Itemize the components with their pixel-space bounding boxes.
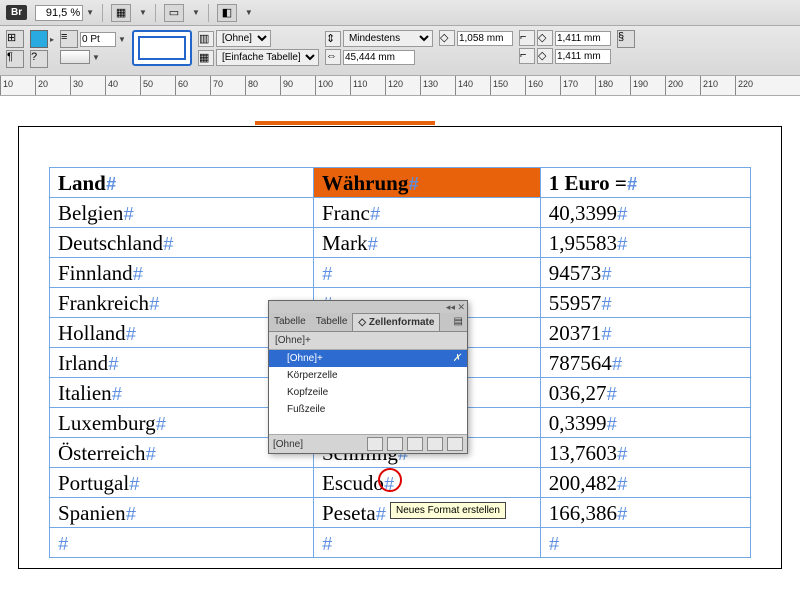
folder-button[interactable]: [407, 437, 423, 451]
table-cell[interactable]: 1,95583#: [540, 228, 750, 258]
control-panel: ⊞ ¶ ▸ ? ≡▼ ▼ ▥ [Ohne] ▦ [Einfache Tabell…: [0, 26, 800, 76]
link-icon[interactable]: §: [617, 30, 635, 48]
num-input-3[interactable]: [555, 49, 611, 64]
stroke-weight-input[interactable]: [80, 32, 116, 47]
table-cell[interactable]: 13,7603#: [540, 438, 750, 468]
panel-titlebar[interactable]: ◂◂ ✕: [269, 301, 467, 313]
header-cell[interactable]: 1 Euro =#: [540, 168, 750, 198]
arrange-icon[interactable]: ◧: [217, 4, 237, 22]
list-item[interactable]: Körperzelle: [269, 367, 467, 384]
header-cell[interactable]: Land#: [50, 168, 314, 198]
table-cell[interactable]: Portugal#: [50, 468, 314, 498]
tooltip: Neues Format erstellen: [390, 502, 506, 519]
cell-stroke-preview[interactable]: [132, 30, 192, 66]
table-cell[interactable]: #: [540, 528, 750, 558]
view-mode-icon[interactable]: ▦: [111, 4, 131, 22]
dropdown-icon[interactable]: ▼: [86, 8, 94, 17]
format-list[interactable]: [Ohne]+✗ Körperzelle Kopfzeile Fußzeile: [269, 350, 467, 434]
spinner-icon[interactable]: ◇: [439, 30, 455, 46]
app-toolbar: Br ▼ ▦▼ ▭▼ ◧▼: [0, 0, 800, 26]
list-item[interactable]: Kopfzeile: [269, 384, 467, 401]
tab-zellenformate[interactable]: ◇ Zellenformate: [352, 313, 440, 331]
trash-button[interactable]: [447, 437, 463, 451]
cell-style-combo[interactable]: ▥ [Ohne]: [198, 30, 319, 47]
table-cell[interactable]: Deutschland#: [50, 228, 314, 258]
panel-footer: [Ohne]: [269, 434, 467, 453]
inset-bottom-icon: ⌐: [519, 48, 535, 64]
screen-mode-icon[interactable]: ▭: [164, 4, 184, 22]
cell-formats-panel[interactable]: ◂◂ ✕ Tabelle Tabelle ◇ Zellenformate ▤ […: [268, 300, 468, 454]
table-cell[interactable]: 20371#: [540, 318, 750, 348]
table-cell[interactable]: 55957#: [540, 288, 750, 318]
inset-top-icon: ⌐: [519, 30, 535, 46]
stroke-style-swatch[interactable]: [60, 50, 90, 64]
table-cell[interactable]: #: [314, 258, 541, 288]
spinner-icon[interactable]: ◇: [537, 30, 553, 46]
panel-menu-icon[interactable]: ▤: [440, 313, 467, 331]
table-cell[interactable]: #: [314, 528, 541, 558]
table-cell[interactable]: Finnland#: [50, 258, 314, 288]
para-style-icon[interactable]: ¶: [6, 50, 24, 68]
table-cell[interactable]: Belgien#: [50, 198, 314, 228]
table-cell[interactable]: Spanien#: [50, 498, 314, 528]
header-cell[interactable]: Währung#: [314, 168, 541, 198]
row-height-combo[interactable]: ⇕ Mindestens: [325, 30, 433, 47]
row-height-icon: ⇕: [325, 31, 341, 47]
table-cell[interactable]: Mark#: [314, 228, 541, 258]
table-style-combo[interactable]: ▦ [Einfache Tabelle]: [198, 49, 319, 66]
table-cell[interactable]: 036,27#: [540, 378, 750, 408]
horizontal-ruler: 1020304050607080901001101201301401501601…: [0, 76, 800, 96]
table-cell[interactable]: Escudo#: [314, 468, 541, 498]
column-selection-bar: [255, 121, 435, 125]
table-cell[interactable]: 0,3399#: [540, 408, 750, 438]
zoom-control[interactable]: ▼: [35, 5, 94, 21]
table-cell[interactable]: 166,386#: [540, 498, 750, 528]
spinner-icon[interactable]: ◇: [537, 48, 553, 64]
col-width-field[interactable]: ⇔: [325, 49, 433, 65]
stroke-weight-icon: ≡: [60, 30, 78, 48]
col-width-icon: ⇔: [325, 49, 341, 65]
new-format-button[interactable]: [427, 437, 443, 451]
override-icon: ✗: [453, 353, 461, 364]
tab-tabelle-1[interactable]: Tabelle: [269, 313, 311, 331]
table-cell[interactable]: #: [50, 528, 314, 558]
bridge-badge[interactable]: Br: [6, 5, 27, 20]
num-input-2[interactable]: [555, 31, 611, 46]
clear-button[interactable]: [387, 437, 403, 451]
table-cell[interactable]: 200,482#: [540, 468, 750, 498]
clear-override-button[interactable]: [367, 437, 383, 451]
cell-style-icon[interactable]: ⊞: [6, 30, 24, 48]
table-cell[interactable]: 787564#: [540, 348, 750, 378]
fill-swatch[interactable]: [30, 30, 48, 48]
table-cell[interactable]: Franc#: [314, 198, 541, 228]
list-item[interactable]: Fußzeile: [269, 401, 467, 418]
help-icon[interactable]: ?: [30, 50, 48, 68]
footer-label: [Ohne]: [273, 439, 363, 450]
panel-tabs: Tabelle Tabelle ◇ Zellenformate ▤: [269, 313, 467, 332]
table-icon: ▦: [198, 50, 214, 66]
table-cell[interactable]: 40,3399#: [540, 198, 750, 228]
zoom-input[interactable]: [35, 5, 83, 21]
cell-icon: ▥: [198, 31, 214, 47]
table-cell[interactable]: 94573#: [540, 258, 750, 288]
panel-status: [Ohne]+: [269, 332, 467, 350]
list-item[interactable]: [Ohne]+✗: [269, 350, 467, 367]
tab-tabelle-2[interactable]: Tabelle: [311, 313, 353, 331]
num-input-1[interactable]: [457, 31, 513, 46]
